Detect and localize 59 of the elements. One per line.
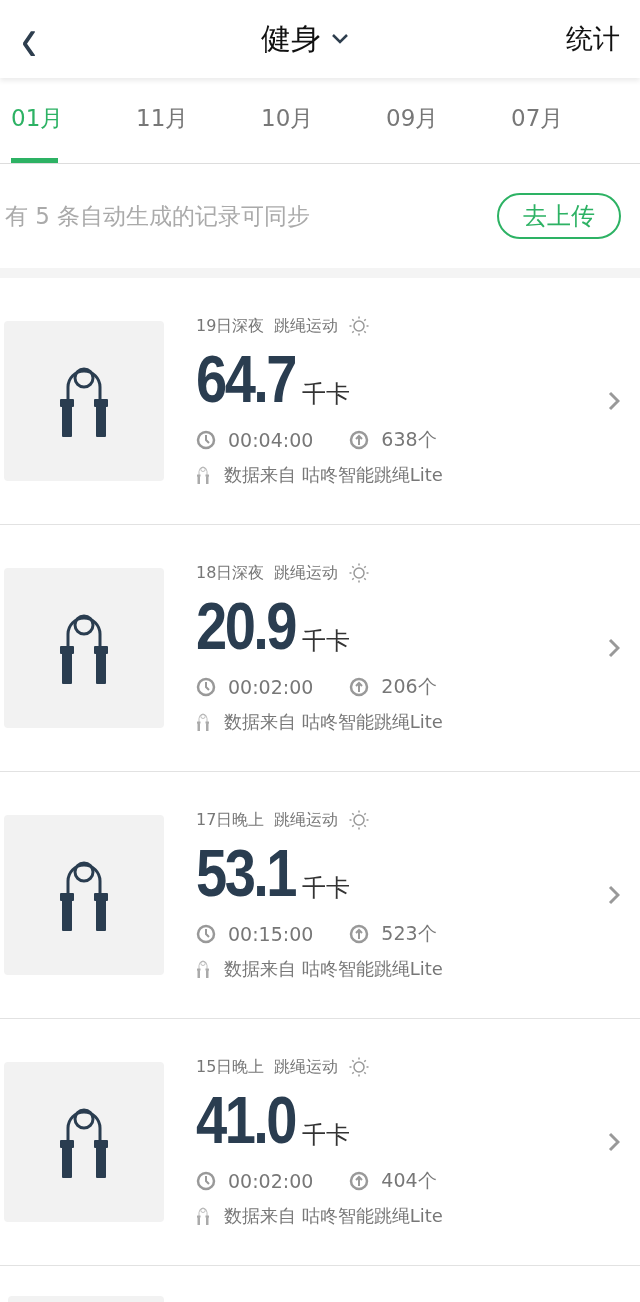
sun-icon (348, 1056, 371, 1078)
chevron-right-icon[interactable] (608, 391, 620, 411)
sync-message: 有 5 条自动生成的记录可同步 (5, 201, 311, 231)
calories-value: 20.9 (196, 588, 295, 664)
clock-icon (196, 430, 216, 450)
sun-icon (348, 809, 371, 831)
data-source: 数据来自 咕咚智能跳绳Lite (224, 463, 443, 487)
month-tab[interactable]: 09月 (386, 78, 511, 163)
calories-unit: 千卡 (302, 1120, 351, 1151)
calories-value: 64.7 (196, 341, 295, 417)
jump-count: 523个 (381, 921, 437, 946)
jump-rope-icon (196, 713, 210, 731)
jump-rope-icon (196, 1207, 210, 1225)
jump-count: 638个 (381, 427, 437, 452)
duration: 00:02:00 (228, 676, 314, 698)
clock-icon (196, 1171, 216, 1191)
activity-type: 跳绳运动 (274, 562, 339, 584)
duration: 00:15:00 (228, 923, 314, 945)
activity-type: 跳绳运动 (274, 809, 339, 831)
record-time: 17日晚上 (196, 809, 265, 831)
activity-type: 跳绳运动 (274, 315, 339, 337)
chevron-right-icon[interactable] (608, 885, 620, 905)
data-source: 数据来自 咕咚智能跳绳Lite (224, 710, 443, 734)
clock-icon (196, 677, 216, 697)
month-tab[interactable]: 10月 (261, 78, 386, 163)
calories-value: 53.1 (196, 835, 295, 911)
chevron-down-icon (331, 33, 349, 45)
arrow-up-icon (349, 1171, 370, 1191)
arrow-up-icon (349, 924, 370, 944)
arrow-up-icon (349, 430, 370, 450)
jump-rope-icon (196, 960, 210, 978)
chevron-right-icon[interactable] (608, 1132, 620, 1152)
stats-button[interactable]: 统计 (566, 21, 620, 57)
calories-value: 41.0 (196, 1082, 295, 1158)
jump-count: 404个 (381, 1168, 437, 1193)
duration: 00:02:00 (228, 1170, 314, 1192)
clock-icon (196, 924, 216, 944)
record-time: 18日深夜 (196, 562, 265, 584)
category-dropdown[interactable]: 健身 (261, 18, 349, 60)
sun-icon (348, 562, 371, 584)
jump-rope-icon (196, 466, 210, 484)
record-time: 19日深夜 (196, 315, 265, 337)
back-button[interactable]: ‹ (14, 7, 44, 71)
calories-unit: 千卡 (302, 873, 351, 904)
month-tab[interactable]: 07月 (511, 78, 636, 163)
jump-count: 206个 (381, 674, 437, 699)
arrow-up-icon (349, 677, 370, 697)
data-source: 数据来自 咕咚智能跳绳Lite (224, 957, 443, 981)
chevron-right-icon[interactable] (608, 638, 620, 658)
record-time: 15日晚上 (196, 1056, 265, 1078)
activity-type: 跳绳运动 (274, 1056, 339, 1078)
calories-unit: 千卡 (302, 626, 351, 657)
calories-unit: 千卡 (302, 379, 351, 410)
month-tab[interactable]: 01月 (11, 78, 136, 163)
upload-button[interactable]: 去上传 (497, 193, 621, 239)
data-source: 数据来自 咕咚智能跳绳Lite (224, 1204, 443, 1228)
duration: 00:04:00 (228, 429, 314, 451)
sun-icon (348, 315, 371, 337)
month-tab[interactable]: 11月 (136, 78, 261, 163)
